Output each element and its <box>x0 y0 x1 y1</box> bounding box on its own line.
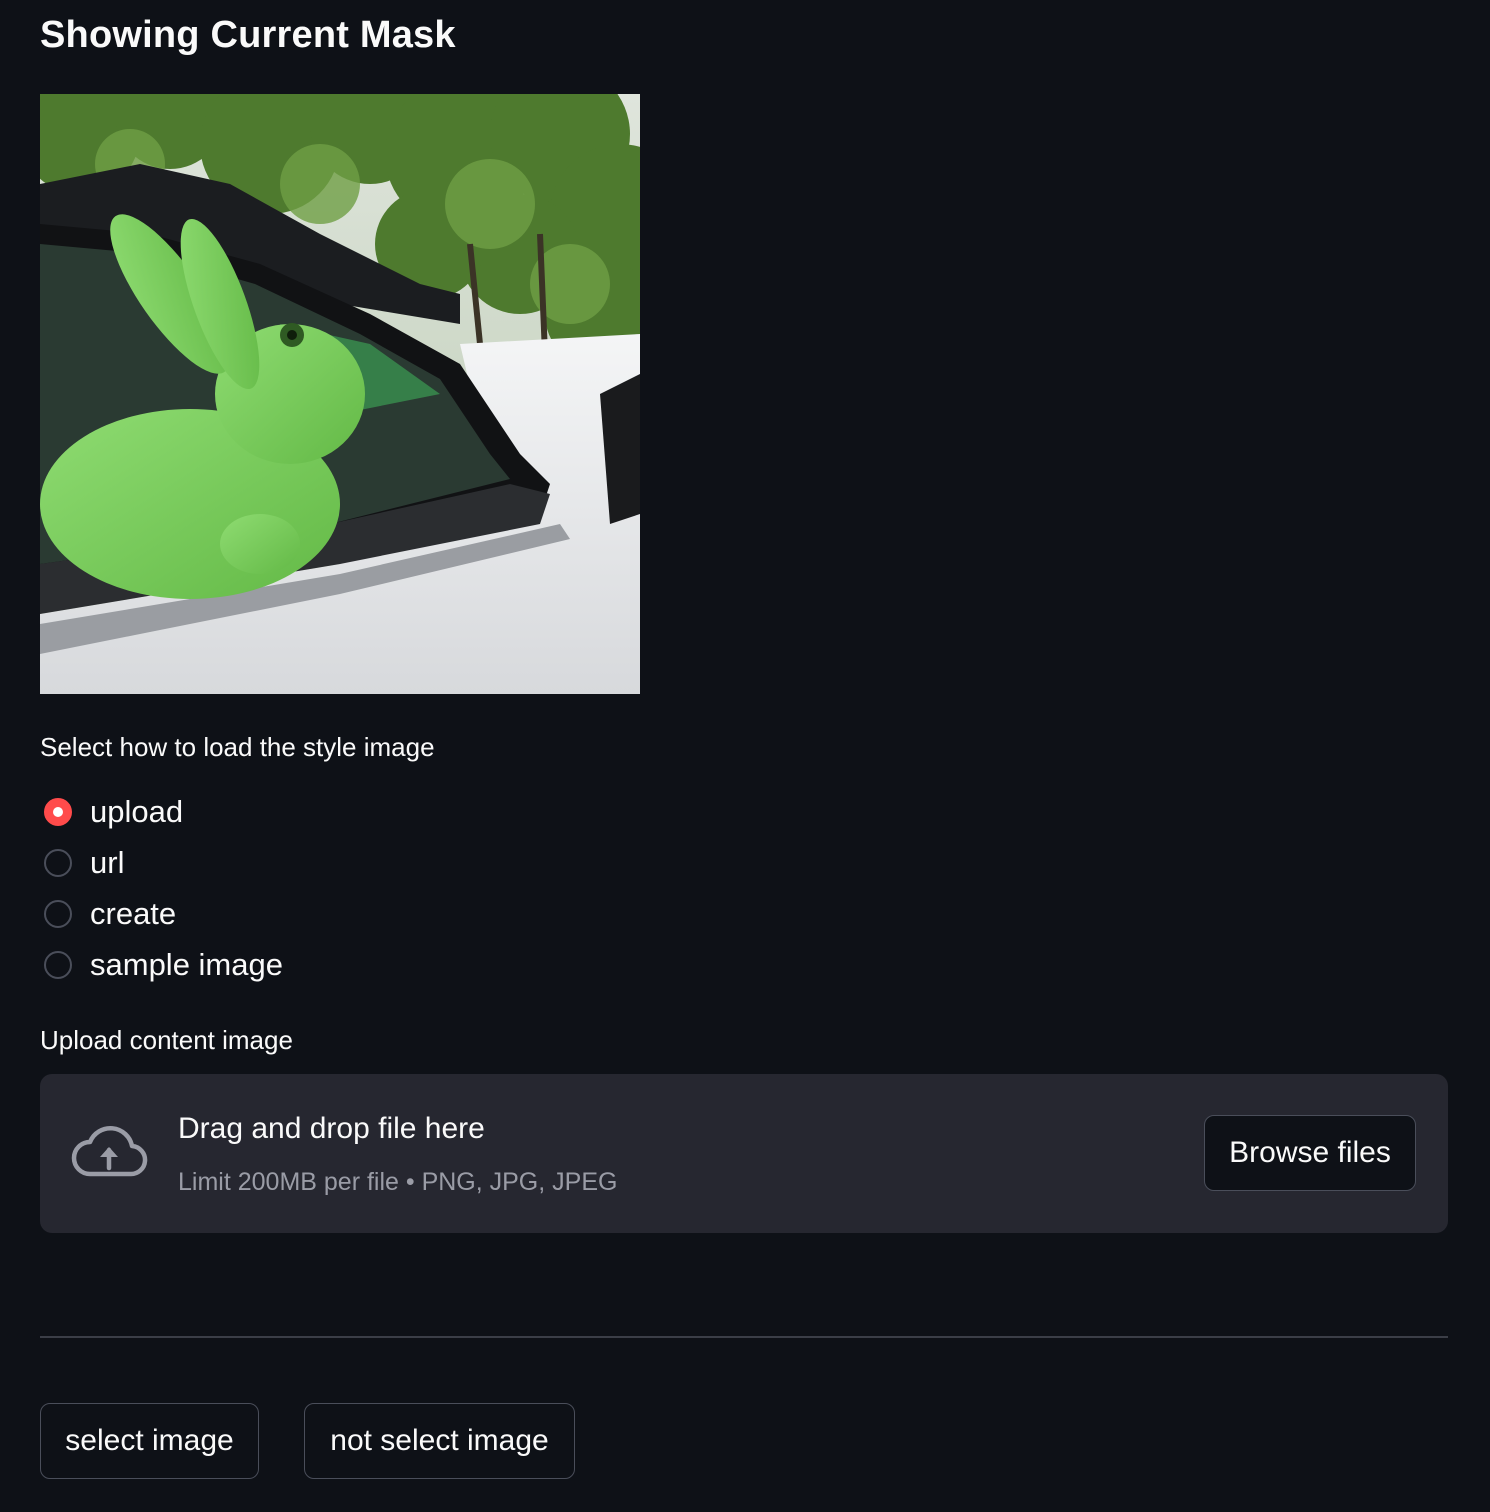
file-dropzone[interactable]: Drag and drop file here Limit 200MB per … <box>40 1074 1448 1233</box>
page-title: Showing Current Mask <box>40 14 456 56</box>
radio-unchecked-indicator[interactable] <box>44 899 72 928</box>
browse-files-button[interactable]: Browse files <box>1204 1115 1416 1191</box>
radio-option-create[interactable]: create <box>44 888 283 939</box>
radio-label-upload: upload <box>90 793 184 829</box>
radio-unchecked-indicator[interactable] <box>44 848 72 877</box>
radio-option-url[interactable]: url <box>44 837 283 888</box>
style-source-radio-group: upload url create sample image <box>44 786 283 990</box>
radio-option-upload[interactable]: upload <box>44 786 283 837</box>
radio-label-url: url <box>90 844 125 880</box>
not-select-image-button[interactable]: not select image <box>304 1403 575 1479</box>
radio-dot-icon <box>53 806 63 817</box>
radio-option-sample-image[interactable]: sample image <box>44 939 283 990</box>
dropzone-limit-text: Limit 200MB per file • PNG, JPG, JPEG <box>178 1168 618 1196</box>
radio-label-sample-image: sample image <box>90 946 283 982</box>
mask-preview-image <box>40 94 640 694</box>
radio-label-create: create <box>90 895 177 931</box>
section-divider <box>40 1336 1448 1338</box>
style-source-label: Select how to load the style image <box>40 732 435 762</box>
select-image-button[interactable]: select image <box>40 1403 259 1479</box>
radio-unchecked-indicator[interactable] <box>44 950 72 979</box>
app-page: Showing Current Mask Select how to load … <box>0 0 1490 1512</box>
uploader-label: Upload content image <box>40 1025 293 1055</box>
radio-checked-indicator[interactable] <box>44 797 72 826</box>
cloud-upload-icon <box>71 1125 148 1177</box>
dropzone-instructions: Drag and drop file here <box>178 1112 485 1145</box>
